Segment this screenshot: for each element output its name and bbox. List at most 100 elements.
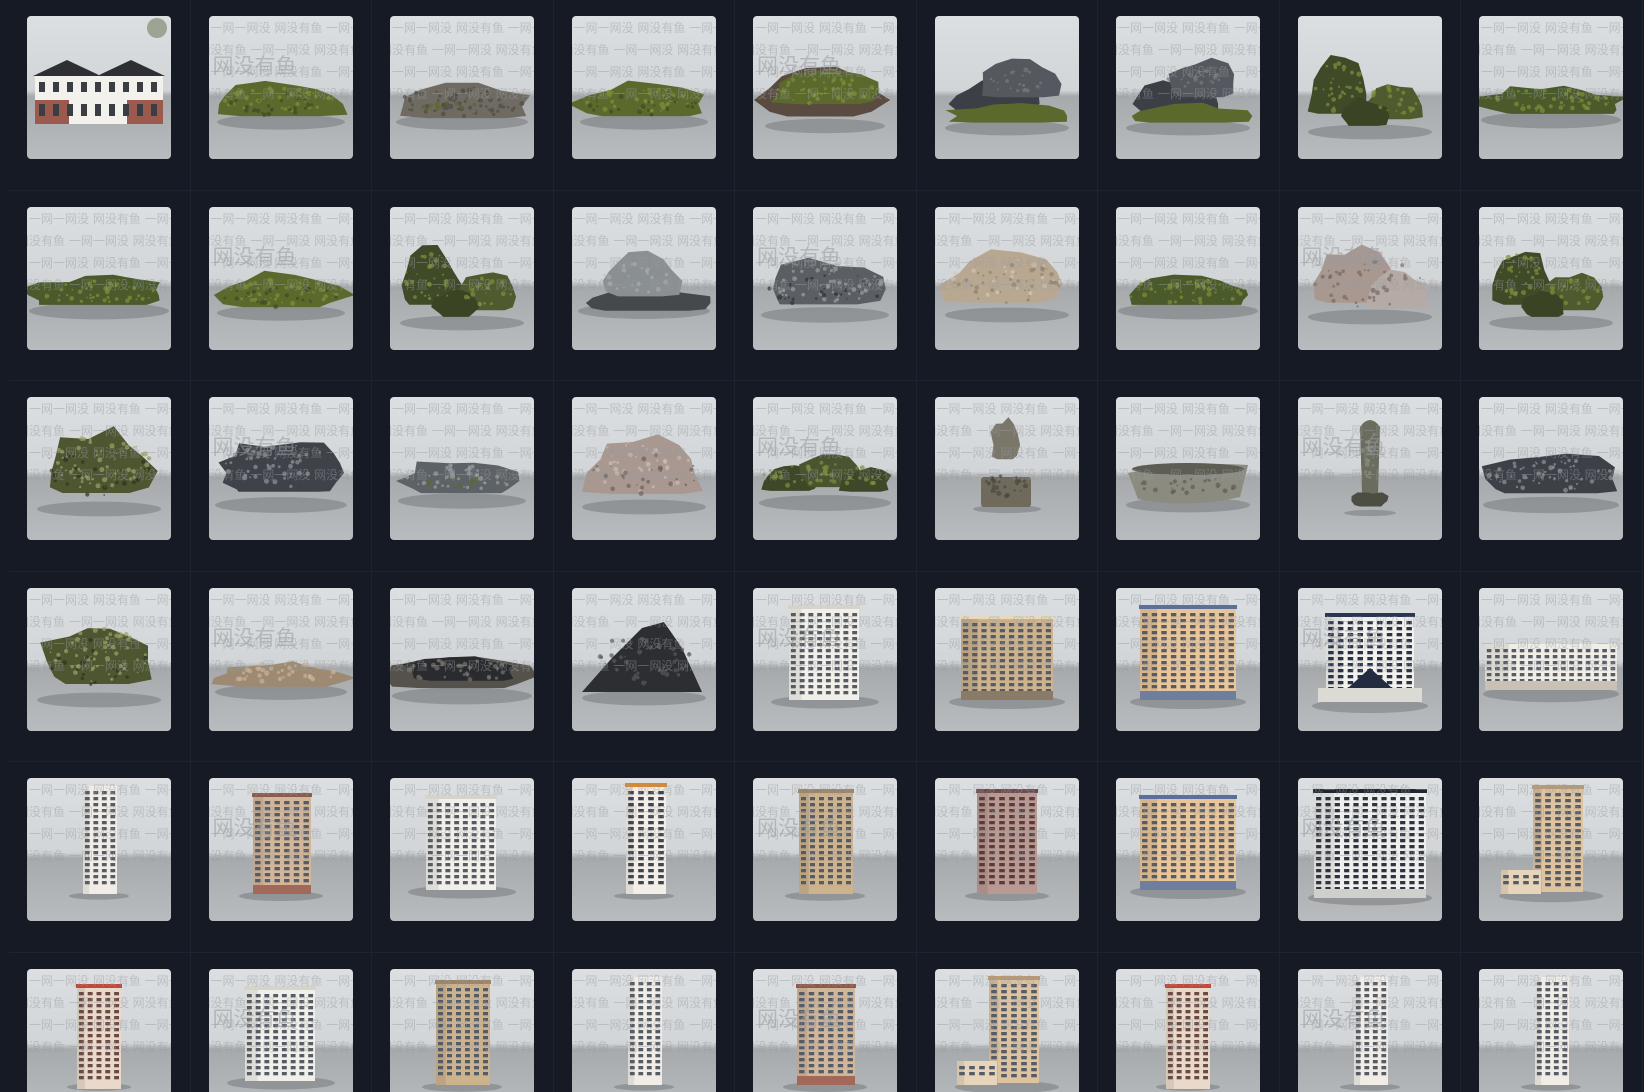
gallery-cell: [1279, 0, 1461, 191]
apartment-building-image: [69, 786, 129, 900]
apartment-building-image: [238, 793, 323, 901]
house-model-image: [33, 18, 167, 124]
moss-rock-thumbnail[interactable]: [1297, 16, 1442, 159]
moss-rock-thumbnail[interactable]: 一网一网没 网没有鱼 一网一网没 网没有鱼 网没有鱼 一网一网没 网没有鱼 一网…: [208, 206, 353, 350]
dark-rock-thumbnail[interactable]: 一网一网没 网没有鱼 一网一网没 网没有鱼 网没有鱼 一网一网没 网没有鱼 一网…: [1116, 16, 1260, 159]
stone-trough-thumbnail[interactable]: 一网一网没 网没有鱼 一网一网没 网没有鱼 网没有鱼 一网一网没 网没有鱼 一网…: [1116, 397, 1260, 540]
moss-rock-thumbnail[interactable]: 一网一网没 网没有鱼 一网一网没 网没有鱼 网没有鱼 一网一网没 网没有鱼 一网…: [390, 206, 534, 350]
stone-spire-thumbnail[interactable]: 一网一网没 网没有鱼 一网一网没 网没有鱼 网没有鱼 一网一网没 网没有鱼 一网…: [1297, 397, 1442, 540]
dark-rock-image: [581, 621, 706, 705]
stone-ornament-thumbnail[interactable]: 一网一网没 网没有鱼 一网一网没 网没有鱼 网没有鱼 一网一网没 网没有鱼 一网…: [934, 397, 1079, 540]
apartment-building-image: [1130, 604, 1246, 709]
grey-rock-thumbnail[interactable]: 一网一网没 网没有鱼 一网一网没 网没有鱼 网没有鱼 一网一网没 网没有鱼 一网…: [571, 206, 716, 350]
apartment-building-image: [422, 979, 502, 1092]
apartment-building-thumbnail[interactable]: 一网一网没 网没有鱼 一网一网没 网没有鱼 网没有鱼 一网一网没 网没有鱼 一网…: [753, 587, 897, 731]
moss-rock-thumbnail[interactable]: 一网一网没 网没有鱼 一网一网没 网没有鱼 网没有鱼 一网一网没 网没有鱼 一网…: [1479, 16, 1623, 159]
moss-rock-thumbnail[interactable]: 一网一网没 网没有鱼 一网一网没 网没有鱼 网没有鱼 一网一网没 网没有鱼 一网…: [27, 397, 171, 540]
house-model-thumbnail[interactable]: [27, 16, 171, 159]
apartment-building-thumbnail[interactable]: 一网一网没 网没有鱼 一网一网没 网没有鱼 网没有鱼 一网一网没 网没有鱼 一网…: [27, 968, 171, 1092]
gallery-cell: 一网一网没 网没有鱼 一网一网没 网没有鱼 网没有鱼 一网一网没 网没有鱼 一网…: [735, 952, 917, 1092]
gallery-cell: 一网一网没 网没有鱼 一网一网没 网没有鱼 网没有鱼 一网一网没 网没有鱼 一网…: [735, 571, 917, 762]
apartment-building-image: [771, 604, 879, 708]
gallery-cell: 一网一网没 网没有鱼 一网一网没 网没有鱼 网没有鱼 一网一网没 网没有鱼 一网…: [1461, 190, 1643, 381]
gallery-cell: 一网一网没 网没有鱼 一网一网没 网没有鱼 网没有鱼 一网一网没 网没有鱼 一网…: [916, 190, 1098, 381]
moss-rock-thumbnail[interactable]: 一网一网没 网没有鱼 一网一网没 网没有鱼 网没有鱼 一网一网没 网没有鱼 一网…: [1116, 206, 1260, 350]
apartment-building-image: [1130, 795, 1246, 899]
gallery-cell: [9, 0, 191, 191]
apartment-building-thumbnail[interactable]: 一网一网没 网没有鱼 一网一网没 网没有鱼 网没有鱼 一网一网没 网没有鱼 一网…: [934, 587, 1079, 731]
apartment-building-thumbnail[interactable]: 一网一网没 网没有鱼 一网一网没 网没有鱼 网没有鱼 一网一网没 网没有鱼 一网…: [571, 968, 716, 1092]
apartment-building-thumbnail[interactable]: 一网一网没 网没有鱼 一网一网没 网没有鱼 网没有鱼 一网一网没 网没有鱼 一网…: [1479, 587, 1623, 731]
dark-rock-thumbnail[interactable]: 一网一网没 网没有鱼 一网一网没 网没有鱼 网没有鱼 一网一网没 网没有鱼 一网…: [390, 587, 534, 731]
gallery-cell: 一网一网没 网没有鱼 一网一网没 网没有鱼 网没有鱼 一网一网没 网没有鱼 一网…: [190, 571, 372, 762]
gallery-cell: 一网一网没 网没有鱼 一网一网没 网没有鱼 网没有鱼 一网一网没 网没有鱼 一网…: [553, 0, 735, 191]
gallery-cell: 一网一网没 网没有鱼 一网一网没 网没有鱼 网没有鱼 一网一网没 网没有鱼 一网…: [9, 762, 191, 953]
apartment-building-thumbnail[interactable]: 一网一网没 网没有鱼 一网一网没 网没有鱼 网没有鱼 一网一网没 网没有鱼 一网…: [934, 778, 1079, 921]
tan-rock-image: [938, 248, 1069, 322]
dark-rock-thumbnail[interactable]: [934, 16, 1079, 159]
apartment-building-thumbnail[interactable]: 一网一网没 网没有鱼 一网一网没 网没有鱼 网没有鱼 一网一网没 网没有鱼 一网…: [390, 968, 534, 1092]
apartment-building-image: [613, 976, 674, 1091]
stone-spire-image: [1343, 420, 1396, 517]
pink-rock-thumbnail[interactable]: 一网一网没 网没有鱼 一网一网没 网没有鱼 网没有鱼 一网一网没 网没有鱼 一网…: [1297, 206, 1442, 350]
apartment-building-image: [954, 975, 1059, 1092]
apartment-building-thumbnail[interactable]: 一网一网没 网没有鱼 一网一网没 网没有鱼 网没有鱼 一网一网没 网没有鱼 一网…: [208, 968, 353, 1092]
gallery-cell: 一网一网没 网没有鱼 一网一网没 网没有鱼 网没有鱼 一网一网没 网没有鱼 一网…: [372, 381, 554, 572]
dark-rock-thumbnail[interactable]: 一网一网没 网没有鱼 一网一网没 网没有鱼 网没有鱼 一网一网没 网没有鱼 一网…: [208, 397, 353, 540]
apartment-building-thumbnail[interactable]: 一网一网没 网没有鱼 一网一网没 网没有鱼 网没有鱼 一网一网没 网没有鱼 一网…: [1479, 968, 1623, 1092]
moss-rock-image: [759, 454, 892, 511]
apartment-building-thumbnail[interactable]: 一网一网没 网没有鱼 一网一网没 网没有鱼 网没有鱼 一网一网没 网没有鱼 一网…: [753, 968, 897, 1092]
gallery-cell: 一网一网没 网没有鱼 一网一网没 网没有鱼 网没有鱼 一网一网没 网没有鱼 一网…: [9, 381, 191, 572]
moss-rock-thumbnail[interactable]: 一网一网没 网没有鱼 一网一网没 网没有鱼 网没有鱼 一网一网没 网没有鱼 一网…: [27, 587, 171, 731]
apartment-building-thumbnail[interactable]: 一网一网没 网没有鱼 一网一网没 网没有鱼 网没有鱼 一网一网没 网没有鱼 一网…: [208, 778, 353, 921]
moss-rock-image: [400, 244, 524, 330]
pink-rock-image: [581, 434, 706, 515]
pink-rock-thumbnail[interactable]: 一网一网没 网没有鱼 一网一网没 网没有鱼 网没有鱼 一网一网没 网没有鱼 一网…: [571, 397, 716, 540]
apartment-building-image: [1499, 785, 1603, 903]
moss-rock-thumbnail[interactable]: 一网一网没 网没有鱼 一网一网没 网没有鱼 网没有鱼 一网一网没 网没有鱼 一网…: [208, 16, 353, 159]
gallery-cell: 一网一网没 网没有鱼 一网一网没 网没有鱼 网没有鱼 一网一网没 网没有鱼 一网…: [735, 381, 917, 572]
tan-rock-thumbnail[interactable]: 一网一网没 网没有鱼 一网一网没 网没有鱼 网没有鱼 一网一网没 网没有鱼 一网…: [934, 206, 1079, 350]
gallery-cell: 一网一网没 网没有鱼 一网一网没 网没有鱼 网没有鱼 一网一网没 网没有鱼 一网…: [1098, 0, 1280, 191]
gallery-cell: 一网一网没 网没有鱼 一网一网没 网没有鱼 网没有鱼 一网一网没 网没有鱼 一网…: [916, 762, 1098, 953]
tan-rock-thumbnail[interactable]: 一网一网没 网没有鱼 一网一网没 网没有鱼 网没有鱼 一网一网没 网没有鱼 一网…: [208, 587, 353, 731]
gallery-cell: 一网一网没 网没有鱼 一网一网没 网没有鱼 网没有鱼 一网一网没 网没有鱼 一网…: [553, 571, 735, 762]
gallery-cell: 一网一网没 网没有鱼 一网一网没 网没有鱼 网没有鱼 一网一网没 网没有鱼 一网…: [554, 952, 735, 1092]
apartment-building-thumbnail[interactable]: 一网一网没 网没有鱼 一网一网没 网没有鱼 网没有鱼 一网一网没 网没有鱼 一网…: [390, 778, 534, 921]
dark-rock-thumbnail[interactable]: 一网一网没 网没有鱼 一网一网没 网没有鱼 网没有鱼 一网一网没 网没有鱼 一网…: [1479, 397, 1623, 540]
moss-rock-thumbnail[interactable]: 一网一网没 网没有鱼 一网一网没 网没有鱼 网没有鱼 一网一网没 网没有鱼 一网…: [753, 16, 897, 159]
gallery-cell: 一网一网没 网没有鱼 一网一网没 网没有鱼 网没有鱼 一网一网没 网没有鱼 一网…: [1461, 0, 1643, 191]
apartment-building-thumbnail[interactable]: 一网一网没 网没有鱼 一网一网没 网没有鱼 网没有鱼 一网一网没 网没有鱼 一网…: [1116, 968, 1260, 1092]
moss-rock-thumbnail[interactable]: 一网一网没 网没有鱼 一网一网没 网没有鱼 网没有鱼 一网一网没 网没有鱼 一网…: [1479, 206, 1623, 350]
gallery-cell: 一网一网没 网没有鱼 一网一网没 网没有鱼 网没有鱼 一网一网没 网没有鱼 一网…: [1098, 571, 1280, 762]
gallery-cell: 一网一网没 网没有鱼 一网一网没 网没有鱼 网没有鱼 一网一网没 网没有鱼 一网…: [372, 762, 554, 953]
moss-rock-thumbnail[interactable]: 一网一网没 网没有鱼 一网一网没 网没有鱼 网没有鱼 一网一网没 网没有鱼 一网…: [753, 397, 897, 540]
gravel-rock-thumbnail[interactable]: 一网一网没 网没有鱼 一网一网没 网没有鱼 网没有鱼 一网一网没 网没有鱼 一网…: [390, 16, 534, 159]
grey-rock-thumbnail[interactable]: 一网一网没 网没有鱼 一网一网没 网没有鱼 网没有鱼 一网一网没 网没有鱼 一网…: [390, 397, 534, 540]
gallery-cell: 一网一网没 网没有鱼 一网一网没 网没有鱼 网没有鱼 一网一网没 网没有鱼 一网…: [1279, 762, 1461, 953]
apartment-building-thumbnail[interactable]: 一网一网没 网没有鱼 一网一网没 网没有鱼 网没有鱼 一网一网没 网没有鱼 一网…: [753, 778, 897, 921]
apartment-building-thumbnail[interactable]: 一网一网没 网没有鱼 一网一网没 网没有鱼 网没有鱼 一网一网没 网没有鱼 一网…: [1479, 778, 1623, 921]
gallery-cell: 一网一网没 网没有鱼 一网一网没 网没有鱼 网没有鱼 一网一网没 网没有鱼 一网…: [553, 190, 735, 381]
dark-rock-thumbnail[interactable]: 一网一网没 网没有鱼 一网一网没 网没有鱼 网没有鱼 一网一网没 网没有鱼 一网…: [571, 587, 716, 731]
gallery-cell: 一网一网没 网没有鱼 一网一网没 网没有鱼 网没有鱼 一网一网没 网没有鱼 一网…: [553, 381, 735, 572]
apartment-building-thumbnail[interactable]: 一网一网没 网没有鱼 一网一网没 网没有鱼 网没有鱼 一网一网没 网没有鱼 一网…: [1116, 587, 1260, 731]
moss-rock-thumbnail[interactable]: 一网一网没 网没有鱼 一网一网没 网没有鱼 网没有鱼 一网一网没 网没有鱼 一网…: [571, 16, 716, 159]
moss-rock-image: [1307, 55, 1432, 140]
thumbnail-gallery: 一网一网没 网没有鱼 一网一网没 网没有鱼 网没有鱼 一网一网没 网没有鱼 一网…: [0, 0, 1644, 1092]
apartment-building-thumbnail[interactable]: 一网一网没 网没有鱼 一网一网没 网没有鱼 网没有鱼 一网一网没 网没有鱼 一网…: [934, 968, 1079, 1092]
gallery-cell: 一网一网没 网没有鱼 一网一网没 网没有鱼 网没有鱼 一网一网没 网没有鱼 一网…: [1461, 952, 1643, 1092]
moss-rock-image: [37, 426, 161, 517]
stone-ornament-image: [972, 417, 1041, 514]
apartment-building-thumbnail[interactable]: 一网一网没 网没有鱼 一网一网没 网没有鱼 网没有鱼 一网一网没 网没有鱼 一网…: [27, 778, 171, 921]
gallery-cell: 一网一网没 网没有鱼 一网一网没 网没有鱼 网没有鱼 一网一网没 网没有鱼 一网…: [1098, 190, 1280, 381]
moss-rock-image: [1479, 85, 1623, 129]
apartment-building-thumbnail[interactable]: 一网一网没 网没有鱼 一网一网没 网没有鱼 网没有鱼 一网一网没 网没有鱼 一网…: [571, 778, 716, 921]
apartment-building-thumbnail[interactable]: 一网一网没 网没有鱼 一网一网没 网没有鱼 网没有鱼 一网一网没 网没有鱼 一网…: [1297, 778, 1442, 921]
apartment-building-thumbnail[interactable]: 一网一网没 网没有鱼 一网一网没 网没有鱼 网没有鱼 一网一网没 网没有鱼 一网…: [1116, 778, 1260, 921]
grey-rock-thumbnail[interactable]: 一网一网没 网没有鱼 一网一网没 网没有鱼 网没有鱼 一网一网没 网没有鱼 一网…: [753, 206, 897, 350]
moss-rock-thumbnail[interactable]: 一网一网没 网没有鱼 一网一网没 网没有鱼 网没有鱼 一网一网没 网没有鱼 一网…: [27, 206, 171, 350]
apartment-building-image: [1307, 789, 1432, 906]
apartment-building-thumbnail[interactable]: 一网一网没 网没有鱼 一网一网没 网没有鱼 网没有鱼 一网一网没 网没有鱼 一网…: [1297, 968, 1442, 1092]
apartment-building-thumbnail[interactable]: 一网一网没 网没有鱼 一网一网没 网没有鱼 网没有鱼 一网一网没 网没有鱼 一网…: [1297, 587, 1442, 731]
